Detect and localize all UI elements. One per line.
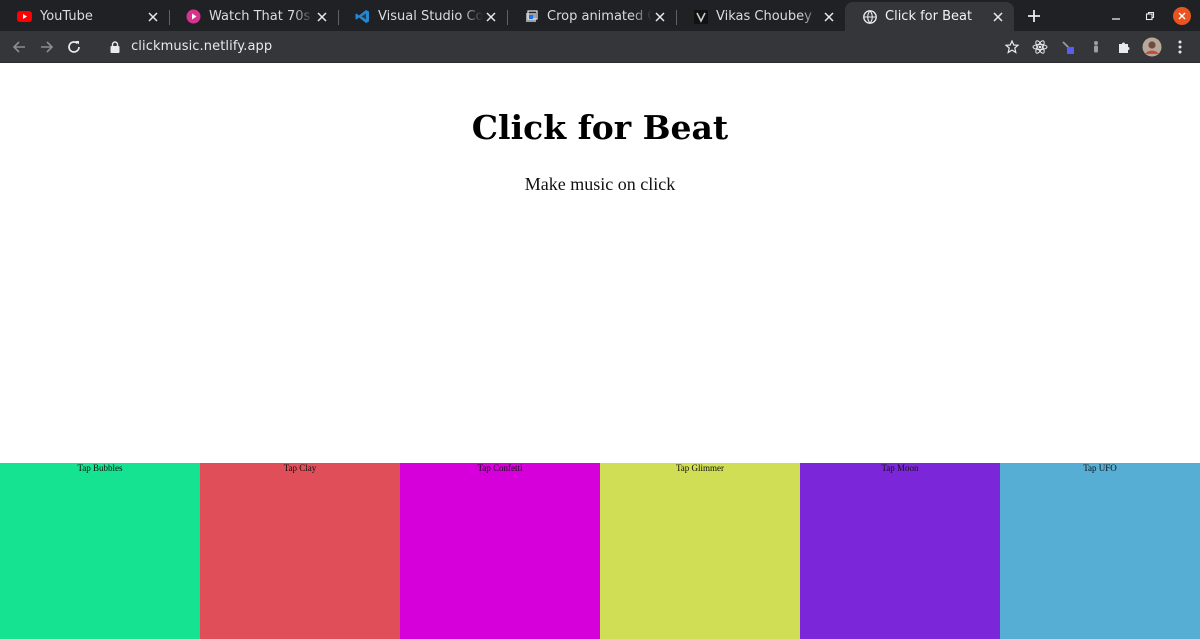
menu-button[interactable] bbox=[1166, 33, 1194, 61]
tab-click-for-beat[interactable]: Click for Beat bbox=[845, 2, 1014, 31]
tab-vikas-choubey[interactable]: Vikas Choubey bbox=[676, 2, 845, 31]
reload-icon bbox=[68, 40, 81, 53]
tab-close-icon[interactable] bbox=[652, 9, 668, 25]
plus-icon bbox=[1028, 10, 1040, 22]
bookmark-button[interactable] bbox=[998, 33, 1026, 61]
sound-pads: Tap Bubbles Tap Clay Tap Confetti Tap Gl… bbox=[0, 463, 1200, 639]
puzzle-icon bbox=[1119, 42, 1130, 53]
tab-close-icon[interactable] bbox=[483, 9, 499, 25]
restore-icon bbox=[1145, 11, 1155, 20]
color-picker-extension[interactable] bbox=[1054, 33, 1082, 61]
tab-close-icon[interactable] bbox=[314, 9, 330, 25]
react-devtools-extension[interactable] bbox=[1026, 33, 1054, 61]
page-subtitle: Make music on click bbox=[524, 174, 676, 194]
pad-bubbles[interactable]: Tap Bubbles bbox=[0, 463, 200, 639]
globe-icon bbox=[862, 9, 877, 24]
more-vert-icon bbox=[1178, 40, 1182, 53]
browser-tab-strip: YouTube Watch That 70s Show Visual Studi… bbox=[0, 0, 1200, 31]
pad-clay[interactable]: Tap Clay bbox=[200, 463, 400, 639]
tab-title: Visual Studio Code bbox=[378, 9, 483, 24]
toolbar-actions bbox=[998, 33, 1200, 61]
minimize-button[interactable] bbox=[1099, 0, 1133, 31]
window-close-button[interactable] bbox=[1173, 6, 1191, 25]
star-icon bbox=[1005, 39, 1019, 54]
avatar bbox=[1142, 37, 1162, 56]
new-tab-button[interactable] bbox=[1020, 2, 1048, 30]
tab-visual-studio-code[interactable]: Visual Studio Code bbox=[338, 2, 507, 31]
play-circle-icon bbox=[186, 9, 201, 24]
reload-button[interactable] bbox=[60, 33, 88, 61]
page-content: Click for Beat Make music on click Tap B… bbox=[0, 64, 1200, 639]
arrow-right-icon bbox=[40, 40, 53, 53]
tab-crop-animated-gif[interactable]: Crop animated GIF bbox=[507, 2, 676, 31]
tab-title: Vikas Choubey bbox=[716, 9, 812, 24]
url-text: clickmusic.netlify.app bbox=[131, 39, 273, 54]
profile-button[interactable] bbox=[1138, 33, 1166, 61]
minimize-icon bbox=[1112, 17, 1120, 20]
tab-title: Click for Beat bbox=[885, 9, 973, 24]
eyedropper-icon bbox=[1062, 40, 1074, 54]
browser-toolbar: clickmusic.netlify.app bbox=[0, 31, 1200, 63]
vscode-icon bbox=[355, 9, 370, 24]
restore-button[interactable] bbox=[1133, 0, 1167, 31]
pad-confetti[interactable]: Tap Confetti bbox=[400, 463, 600, 639]
address-bar[interactable]: clickmusic.netlify.app bbox=[100, 33, 998, 60]
tab-watch-that-70s-show[interactable]: Watch That 70s Show bbox=[169, 2, 338, 31]
lock-icon bbox=[108, 40, 122, 54]
figure-icon bbox=[1094, 40, 1098, 52]
site-icon bbox=[693, 9, 708, 24]
window-controls bbox=[1099, 0, 1200, 31]
tab-title: Watch That 70s Show bbox=[209, 9, 314, 24]
tab-title: Crop animated GIF bbox=[547, 9, 652, 24]
page-title: Click for Beat bbox=[471, 108, 729, 147]
tab-close-icon[interactable] bbox=[990, 9, 1006, 25]
arrow-left-icon bbox=[12, 40, 25, 53]
youtube-icon bbox=[17, 9, 32, 24]
pad-glimmer[interactable]: Tap Glimmer bbox=[600, 463, 800, 639]
pad-ufo[interactable]: Tap UFO bbox=[1000, 463, 1200, 639]
pad-moon[interactable]: Tap Moon bbox=[800, 463, 1000, 639]
back-button[interactable] bbox=[5, 33, 33, 61]
tab-close-icon[interactable] bbox=[821, 9, 837, 25]
tab-close-icon[interactable] bbox=[145, 9, 161, 25]
tab-list: YouTube Watch That 70s Show Visual Studi… bbox=[0, 0, 1014, 31]
react-icon bbox=[1032, 39, 1048, 54]
tab-title: YouTube bbox=[40, 9, 93, 24]
crop-gif-icon bbox=[524, 9, 539, 24]
tab-youtube[interactable]: YouTube bbox=[0, 2, 169, 31]
close-icon bbox=[1178, 12, 1186, 19]
extension-button[interactable] bbox=[1082, 33, 1110, 61]
extensions-menu-button[interactable] bbox=[1110, 33, 1138, 61]
forward-button[interactable] bbox=[33, 33, 61, 61]
